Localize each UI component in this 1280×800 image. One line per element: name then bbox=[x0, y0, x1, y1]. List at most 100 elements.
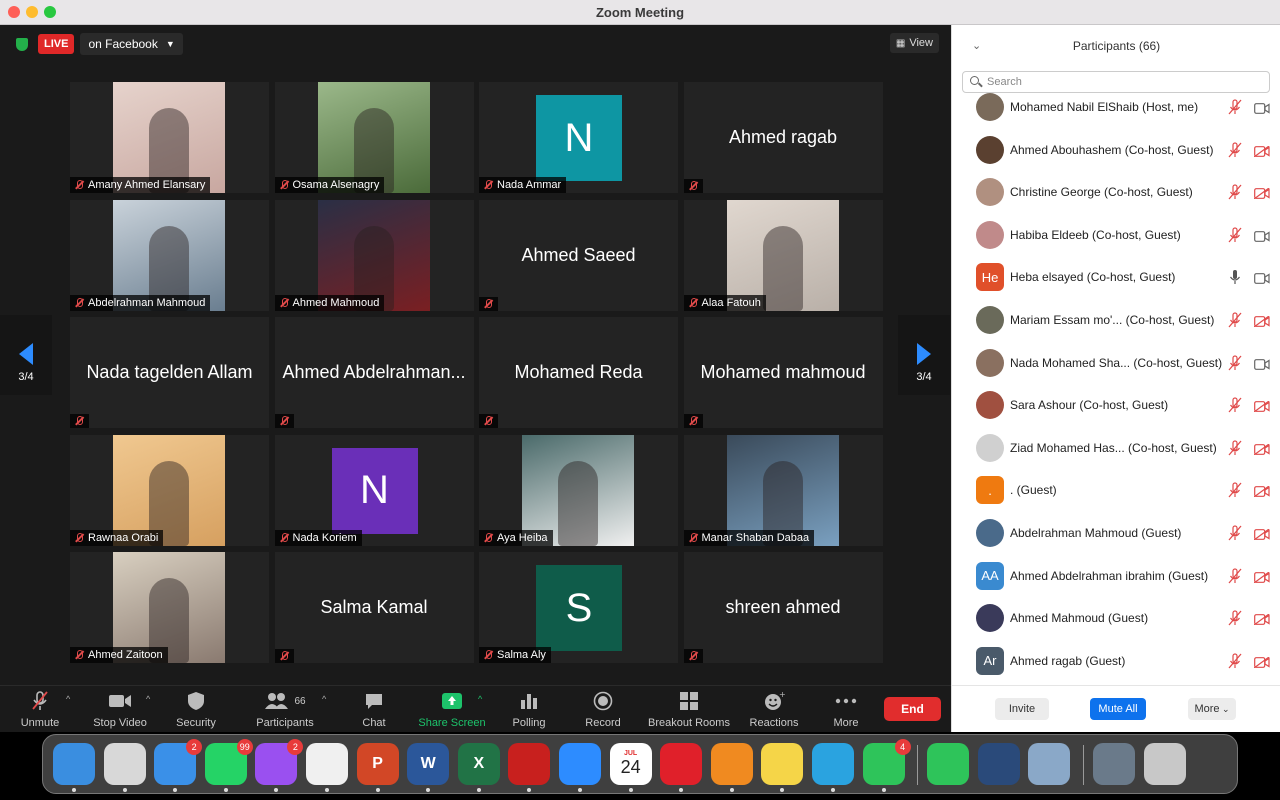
dock-facetime-icon[interactable]: 4 bbox=[862, 739, 911, 785]
mic-icon[interactable] bbox=[1228, 269, 1242, 285]
video-options-caret[interactable]: ^ bbox=[146, 694, 150, 704]
zoom-window-button[interactable] bbox=[44, 6, 56, 18]
live-stream-status[interactable]: LIVE on Facebook ▼ bbox=[12, 33, 187, 55]
video-tile[interactable]: Osama Alsenagry bbox=[274, 82, 474, 193]
mic-muted-icon[interactable] bbox=[1228, 99, 1242, 115]
video-tile[interactable]: Mohamed mahmoud bbox=[683, 317, 883, 428]
participant-row[interactable]: Mohamed Nabil ElShaib (Host, me) bbox=[952, 86, 1280, 128]
dock-downloads-icon[interactable] bbox=[1093, 743, 1135, 785]
video-tile[interactable]: Nada tagelden Allam bbox=[70, 317, 269, 428]
dock-launchpad-icon[interactable] bbox=[103, 743, 146, 785]
video-off-icon[interactable] bbox=[1253, 144, 1270, 158]
participants-options-caret[interactable]: ^ bbox=[322, 694, 326, 704]
participant-row[interactable]: Ziad Mohamed Has... (Co-host, Guest) bbox=[952, 427, 1280, 469]
mic-muted-icon[interactable] bbox=[1228, 184, 1242, 200]
video-tile[interactable]: Aya Heiba bbox=[479, 434, 678, 546]
participant-row[interactable]: Ahmed Mahmoud (Guest) bbox=[952, 597, 1280, 639]
participant-row[interactable]: Ar Ahmed ragab (Guest) bbox=[952, 640, 1280, 682]
mic-muted-icon[interactable] bbox=[1228, 312, 1242, 328]
close-window-button[interactable] bbox=[8, 6, 20, 18]
dock-quicktime-icon[interactable] bbox=[977, 743, 1020, 785]
security-button[interactable]: Security bbox=[170, 690, 222, 729]
video-tile[interactable]: Ahmed Abdelrahman... bbox=[274, 317, 474, 428]
dock-finder-icon[interactable] bbox=[53, 743, 95, 785]
participant-row[interactable]: Sara Ashour (Co-host, Guest) bbox=[952, 384, 1280, 426]
video-tile[interactable]: N Nada Koriem bbox=[274, 434, 474, 546]
participant-row[interactable]: Mariam Essam mo'... (Co-host, Guest) bbox=[952, 299, 1280, 341]
next-page-button[interactable]: 3/4 bbox=[898, 315, 950, 395]
mic-muted-icon[interactable] bbox=[1228, 482, 1242, 498]
mic-muted-icon[interactable] bbox=[1228, 567, 1242, 584]
stop-video-button[interactable]: Stop Video bbox=[88, 690, 152, 729]
video-tile[interactable]: Amany Ahmed Elansary bbox=[70, 82, 269, 193]
video-tile[interactable]: shreen ahmed bbox=[683, 552, 883, 663]
video-off-icon[interactable] bbox=[1253, 655, 1270, 669]
dock-messenger-icon[interactable]: 2 bbox=[255, 739, 304, 785]
participant-row[interactable]: AA Ahmed Abdelrahman ibrahim (Guest) bbox=[952, 555, 1280, 597]
mic-muted-icon[interactable] bbox=[1228, 354, 1242, 371]
invite-button[interactable]: Invite bbox=[995, 698, 1049, 720]
live-platform-dropdown[interactable]: on Facebook ▼ bbox=[80, 33, 183, 55]
participants-button[interactable]: 66 Participants bbox=[250, 690, 320, 729]
video-off-icon[interactable] bbox=[1253, 186, 1270, 200]
chat-button[interactable]: Chat bbox=[352, 690, 396, 729]
dock-mail-icon[interactable]: 2 bbox=[154, 739, 203, 785]
video-off-icon[interactable] bbox=[1253, 442, 1270, 456]
dock-powerpoint-icon[interactable]: P bbox=[356, 743, 399, 785]
mic-muted-icon[interactable] bbox=[1228, 397, 1242, 413]
mic-muted-icon[interactable] bbox=[1228, 227, 1242, 243]
dock-excel-icon[interactable]: X bbox=[457, 743, 500, 785]
video-tile[interactable]: N Nada Ammar bbox=[479, 82, 678, 193]
video-tile[interactable]: Salma Kamal bbox=[274, 552, 474, 663]
video-tile[interactable]: Ahmed ragab bbox=[683, 82, 883, 193]
more-button[interactable]: More bbox=[826, 690, 866, 729]
video-tile[interactable]: Rawnaa Orabi bbox=[70, 434, 269, 546]
mic-muted-icon[interactable] bbox=[1228, 653, 1242, 669]
dock-notes-icon[interactable] bbox=[761, 743, 804, 785]
mic-muted-icon[interactable] bbox=[1228, 525, 1242, 541]
minimize-window-button[interactable] bbox=[26, 6, 38, 18]
video-off-icon[interactable] bbox=[1253, 484, 1270, 498]
participant-row[interactable]: Christine George (Co-host, Guest) bbox=[952, 171, 1280, 213]
video-tile[interactable]: Ahmed Saeed bbox=[479, 199, 678, 311]
panel-more-button[interactable]: More ⌄ bbox=[1188, 698, 1236, 720]
video-camera-icon[interactable] bbox=[1254, 271, 1270, 285]
dock-calendar-icon[interactable]: JUL 24 bbox=[609, 743, 652, 785]
reactions-button[interactable]: + Reactions bbox=[746, 690, 802, 729]
dock-messages-icon[interactable] bbox=[927, 743, 970, 785]
record-button[interactable]: Record bbox=[580, 690, 626, 729]
mic-muted-icon[interactable] bbox=[1228, 141, 1242, 158]
polling-button[interactable]: Polling bbox=[506, 690, 552, 729]
previous-page-button[interactable]: 3/4 bbox=[0, 315, 52, 395]
video-tile[interactable]: Alaa Fatouh bbox=[683, 199, 883, 311]
participant-row[interactable]: Abdelrahman Mahmoud (Guest) bbox=[952, 512, 1280, 554]
dock-telegram-icon[interactable] bbox=[812, 743, 854, 785]
dock-preview-icon[interactable] bbox=[1028, 743, 1071, 785]
video-off-icon[interactable] bbox=[1253, 570, 1270, 584]
dock-trash-icon[interactable] bbox=[1143, 743, 1186, 785]
video-camera-icon[interactable] bbox=[1254, 357, 1270, 370]
participant-row[interactable]: Ahmed Abouhashem (Co-host, Guest) bbox=[952, 129, 1280, 171]
dock-zoom-icon[interactable] bbox=[559, 743, 601, 785]
dock-acrobat-icon[interactable] bbox=[508, 743, 551, 785]
dock-word-icon[interactable]: W bbox=[407, 743, 450, 785]
video-camera-icon[interactable] bbox=[1254, 101, 1270, 114]
dock-whatsapp-icon[interactable]: 99 bbox=[204, 739, 253, 785]
video-camera-icon[interactable] bbox=[1254, 229, 1270, 242]
dock-recorder-icon[interactable] bbox=[660, 743, 703, 785]
participant-row[interactable]: . . (Guest) bbox=[952, 469, 1280, 511]
breakout-rooms-button[interactable]: Breakout Rooms bbox=[646, 690, 732, 729]
end-meeting-button[interactable]: End bbox=[884, 697, 941, 721]
video-off-icon[interactable] bbox=[1253, 527, 1270, 541]
view-button[interactable]: ▦ View bbox=[889, 33, 939, 53]
video-tile[interactable]: Mohamed Reda bbox=[479, 317, 678, 428]
participant-row[interactable]: Habiba Eldeeb (Co-host, Guest) bbox=[952, 214, 1280, 256]
video-tile[interactable]: Abdelrahman Mahmoud bbox=[70, 199, 269, 311]
mic-muted-icon[interactable] bbox=[1228, 440, 1242, 456]
mute-all-button[interactable]: Mute All bbox=[1090, 698, 1146, 720]
participant-row[interactable]: Nada Mohamed Sha... (Co-host, Guest) bbox=[952, 342, 1280, 384]
mic-muted-icon[interactable] bbox=[1228, 610, 1242, 626]
participant-row[interactable]: He Heba elsayed (Co-host, Guest) bbox=[952, 256, 1280, 298]
video-tile[interactable]: Ahmed Zaitoon bbox=[70, 552, 269, 663]
share-options-caret[interactable]: ^ bbox=[478, 694, 482, 704]
